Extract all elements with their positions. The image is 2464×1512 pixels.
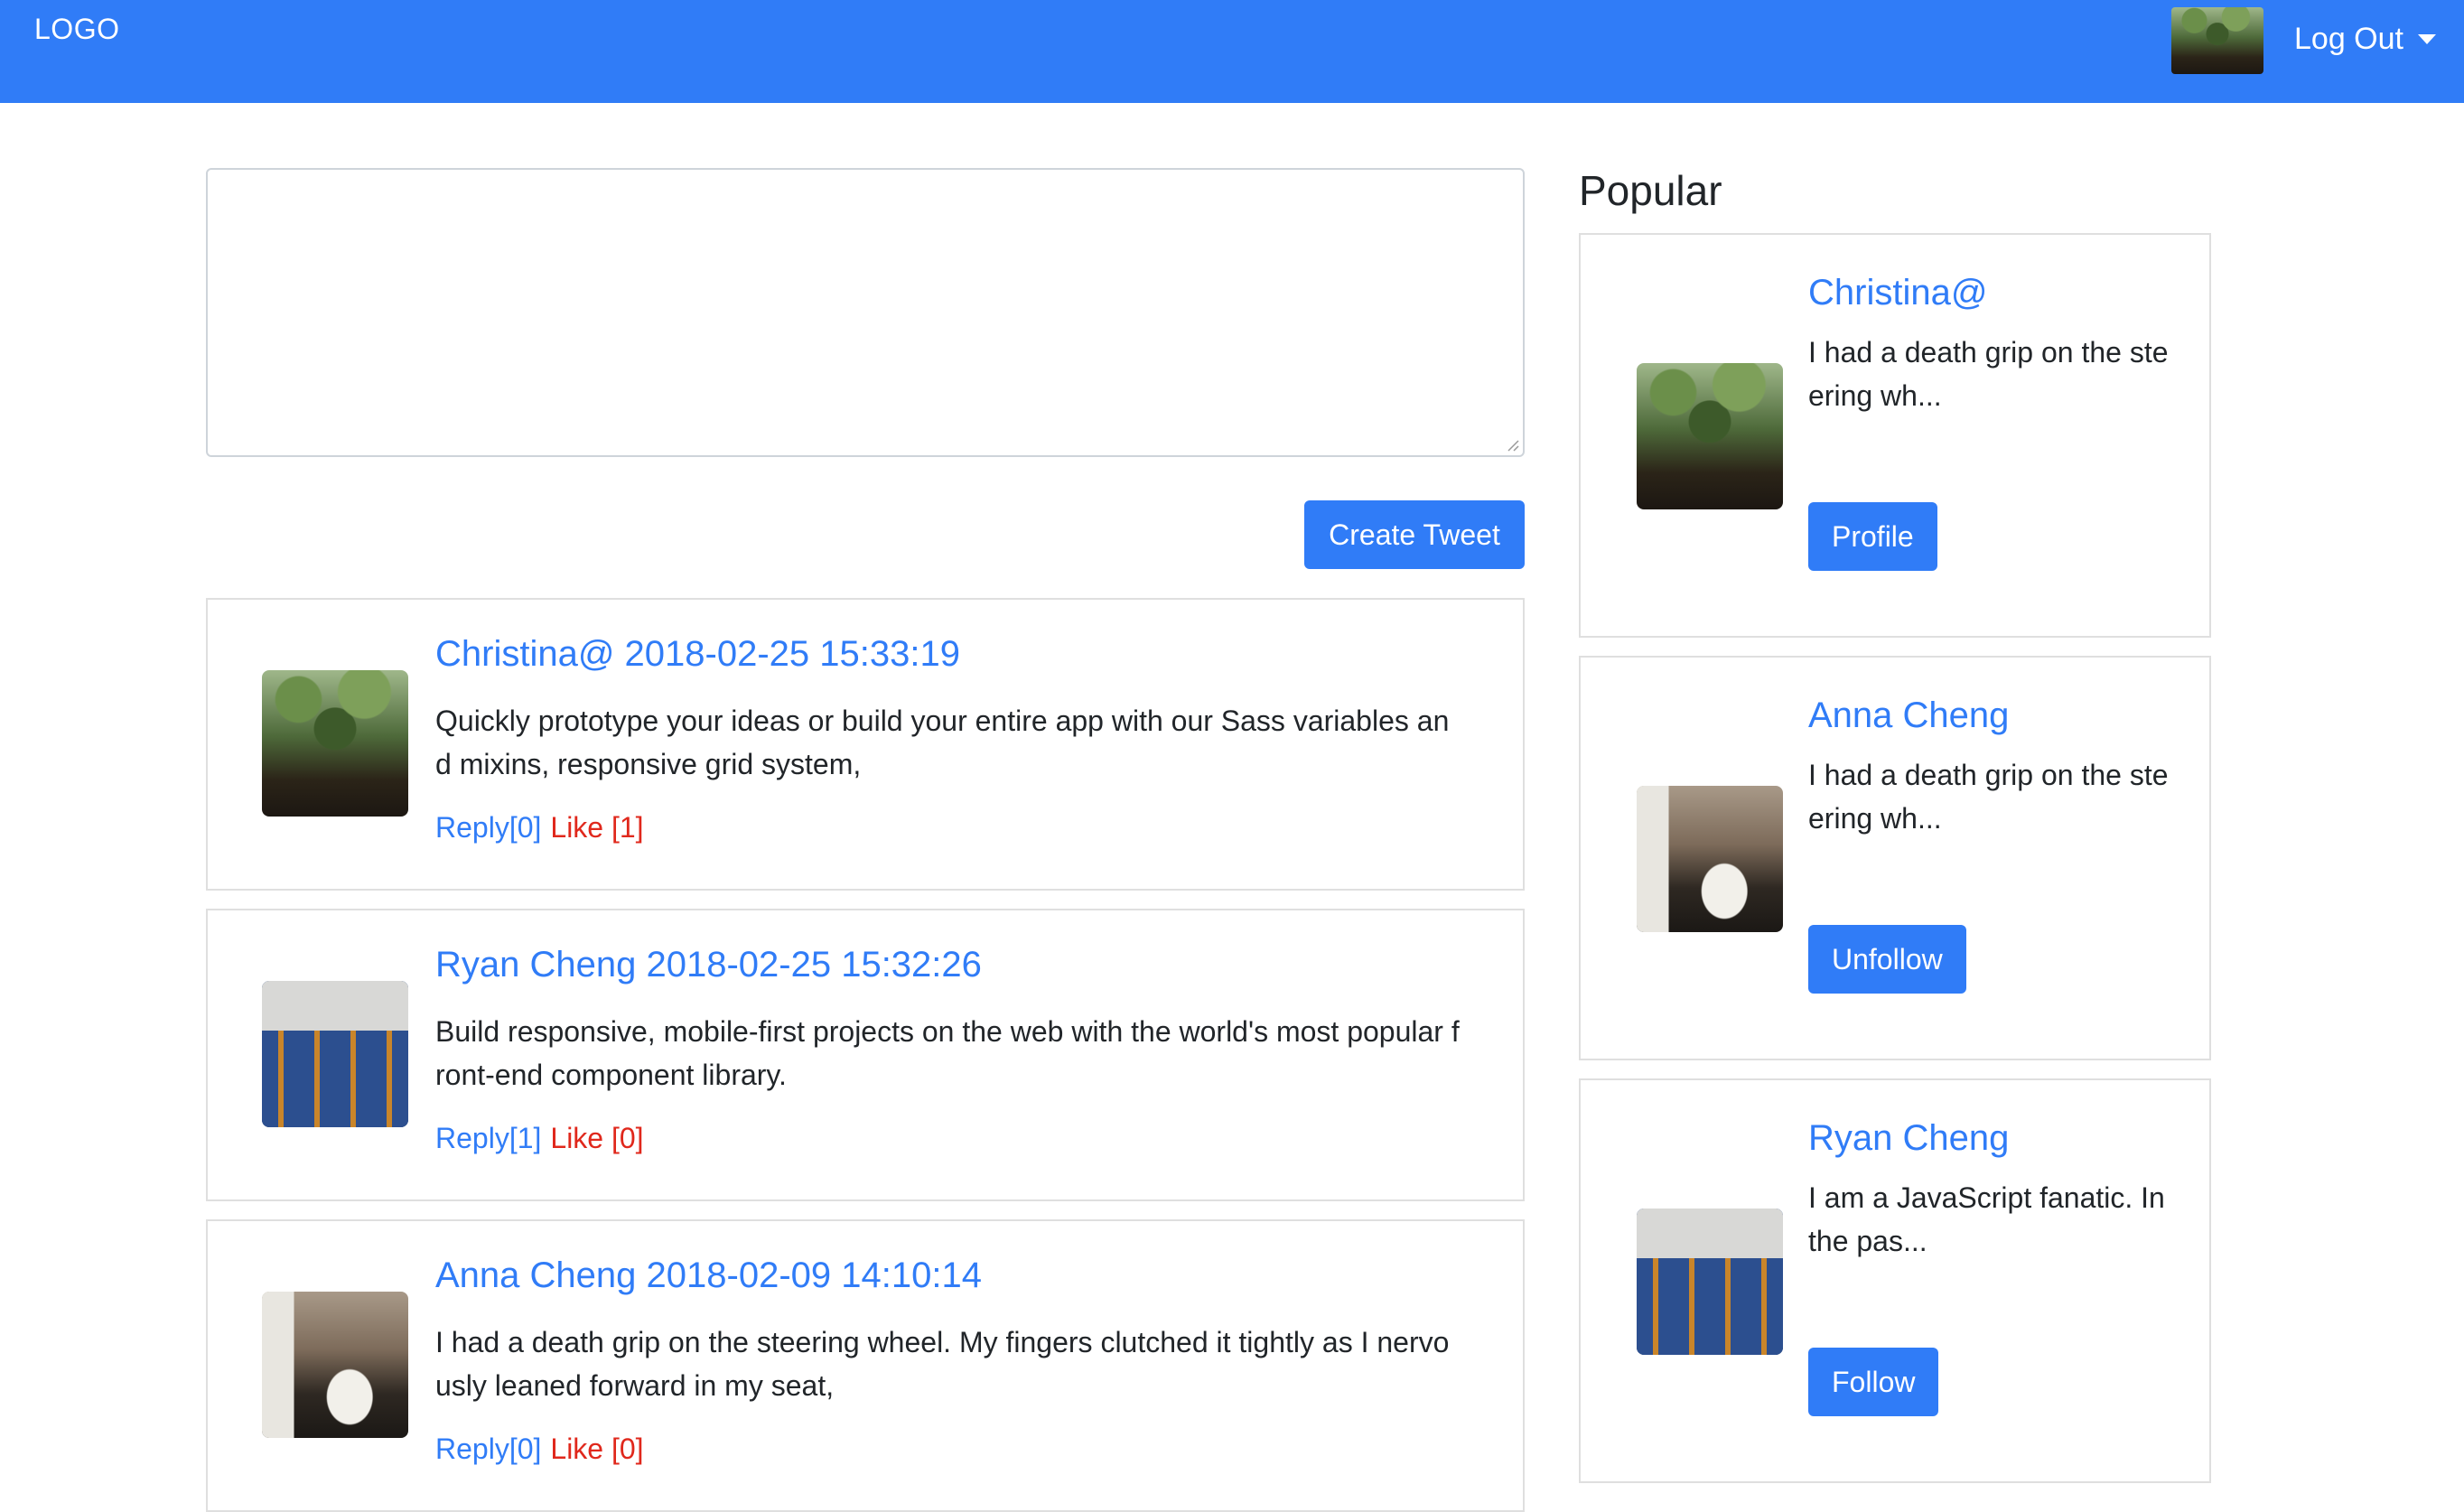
tweet-card: Ryan Cheng 2018-02-25 15:32:26 Build res… [206,909,1525,1201]
unfollow-button[interactable]: Unfollow [1808,925,1966,994]
tweet-actions: Reply[1] Like [0] [435,1122,644,1155]
tweet-header-link[interactable]: Christina@ 2018-02-25 15:33:19 [435,634,960,675]
popular-user-card: Christina@ I had a death grip on the ste… [1579,233,2211,638]
like-link[interactable]: Like [1] [550,811,643,844]
popular-heading: Popular [1579,167,1722,214]
tweet-card: Christina@ 2018-02-25 15:33:19 Quickly p… [206,598,1525,891]
create-tweet-button[interactable]: Create Tweet [1304,500,1525,569]
logout-dropdown[interactable]: Log Out [2294,22,2436,57]
like-link[interactable]: Like [0] [550,1122,643,1154]
popular-user-name[interactable]: Ryan Cheng [1808,1118,2009,1159]
reply-link[interactable]: Reply[1] [435,1122,541,1154]
tweet-text: I had a death grip on the steering wheel… [435,1326,1450,1402]
like-link[interactable]: Like [0] [550,1433,643,1465]
profile-button[interactable]: Profile [1808,502,1937,571]
tweet-avatar[interactable] [262,670,408,817]
caret-down-icon [2417,34,2436,44]
popular-user-bio: I had a death grip on the steering wh... [1808,336,2169,412]
popular-user-avatar[interactable] [1637,1209,1783,1355]
popular-user-card: Ryan Cheng I am a JavaScript fanatic. In… [1579,1078,2211,1483]
resize-handle-icon[interactable] [1505,437,1519,452]
top-navbar: LOGO Log Out [0,0,2464,103]
reply-link[interactable]: Reply[0] [435,1433,541,1465]
reply-link[interactable]: Reply[0] [435,811,541,844]
tweet-actions: Reply[0] Like [1] [435,811,644,845]
popular-user-card: Anna Cheng I had a death grip on the ste… [1579,656,2211,1060]
popular-user-bio: I had a death grip on the steering wh... [1808,759,2169,835]
popular-user-name[interactable]: Anna Cheng [1808,695,2009,736]
popular-user-name[interactable]: Christina@ [1808,273,1987,313]
user-avatar-icon[interactable] [2171,7,2263,74]
popular-user-avatar[interactable] [1637,363,1783,509]
tweet-text: Build responsive, mobile-first projects … [435,1015,1460,1091]
tweet-header-link[interactable]: Ryan Cheng 2018-02-25 15:32:26 [435,945,982,985]
tweet-actions: Reply[0] Like [0] [435,1433,644,1466]
tweet-text: Quickly prototype your ideas or build yo… [435,705,1450,780]
popular-user-bio: I am a JavaScript fanatic. In the pas... [1808,1181,2165,1257]
tweet-avatar[interactable] [262,1292,408,1438]
tweet-card: Anna Cheng 2018-02-09 14:10:14 I had a d… [206,1219,1525,1512]
tweet-header-link[interactable]: Anna Cheng 2018-02-09 14:10:14 [435,1255,982,1296]
tweet-avatar[interactable] [262,981,408,1127]
logout-label: Log Out [2294,22,2403,56]
logo[interactable]: LOGO [34,13,119,46]
popular-user-avatar[interactable] [1637,786,1783,932]
tweet-compose-input[interactable] [206,168,1525,457]
follow-button[interactable]: Follow [1808,1348,1939,1416]
